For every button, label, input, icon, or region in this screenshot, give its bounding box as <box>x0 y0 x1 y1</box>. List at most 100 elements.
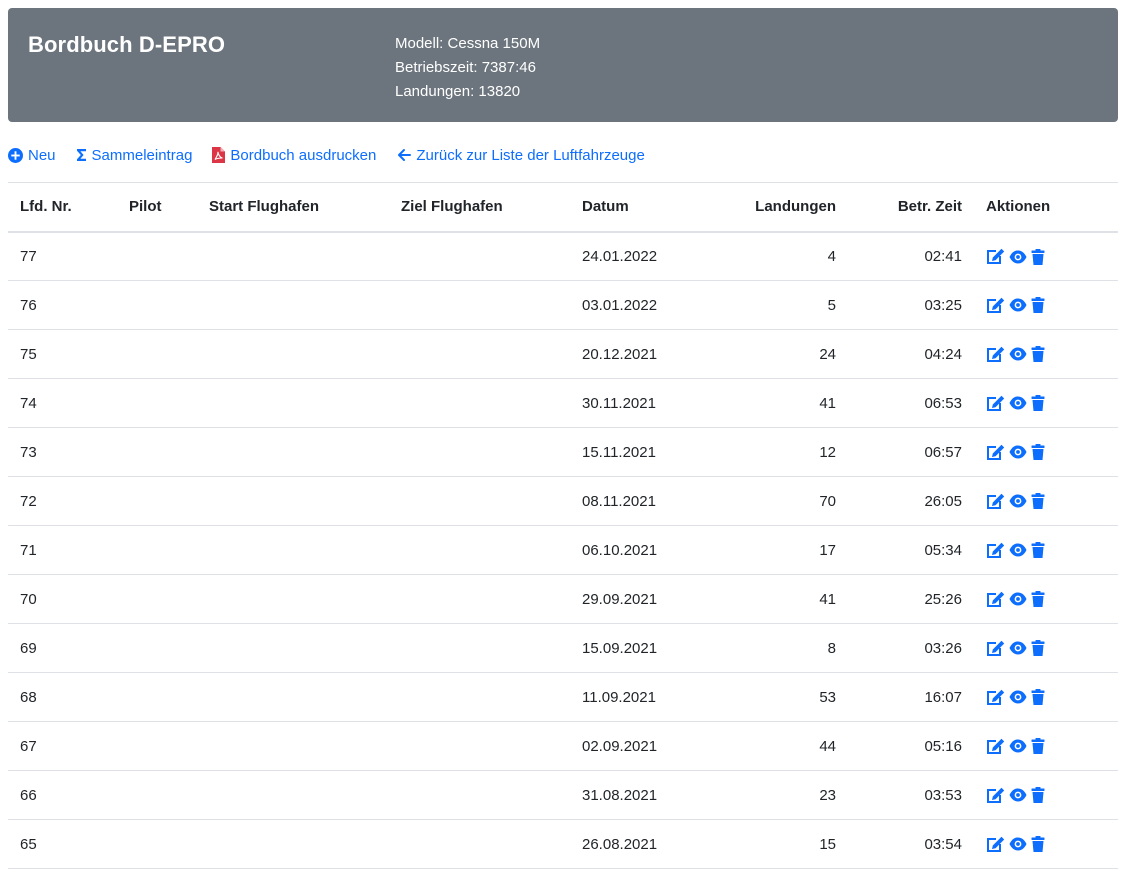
edit-icon[interactable] <box>986 248 1005 265</box>
arrow-left-icon <box>398 149 412 161</box>
edit-icon[interactable] <box>986 640 1005 657</box>
eye-icon[interactable] <box>1009 690 1027 704</box>
table-row: 71 06.10.2021 17 05:34 <box>8 525 1118 575</box>
edit-icon[interactable] <box>986 297 1005 314</box>
cell-pilot <box>117 476 197 526</box>
table-row: 69 15.09.2021 8 03:26 <box>8 623 1118 673</box>
cell-landings: 24 <box>723 329 848 379</box>
trash-icon[interactable] <box>1031 346 1045 363</box>
edit-icon[interactable] <box>986 689 1005 706</box>
edit-icon[interactable] <box>986 346 1005 363</box>
cell-actions <box>974 672 1118 722</box>
cell-nr: 69 <box>8 623 117 673</box>
cell-operating-time: 02:41 <box>848 231 974 281</box>
print-logbook-label: Bordbuch ausdrucken <box>230 146 377 164</box>
toolbar: Neu Sammeleintrag Bordbuch ausdrucken Zu… <box>8 144 645 166</box>
cell-start-airport <box>197 770 389 820</box>
cell-actions <box>974 525 1118 575</box>
cell-actions <box>974 378 1118 428</box>
trash-icon[interactable] <box>1031 640 1045 657</box>
edit-icon[interactable] <box>986 542 1005 559</box>
edit-icon[interactable] <box>986 836 1005 853</box>
eye-icon[interactable] <box>1009 250 1027 264</box>
trash-icon[interactable] <box>1031 689 1045 706</box>
cell-landings: 4 <box>723 231 848 281</box>
trash-icon[interactable] <box>1031 542 1045 559</box>
eye-icon[interactable] <box>1009 739 1027 753</box>
trash-icon[interactable] <box>1031 493 1045 510</box>
eye-icon[interactable] <box>1009 543 1027 557</box>
back-to-aircraft-list-link[interactable]: Zurück zur Liste der Luftfahrzeuge <box>397 146 645 164</box>
column-header-pilot[interactable]: Pilot <box>117 182 197 233</box>
column-header-landings[interactable]: Landungen <box>723 182 848 233</box>
trash-icon[interactable] <box>1031 248 1045 265</box>
cell-landings: 41 <box>723 378 848 428</box>
trash-icon[interactable] <box>1031 787 1045 804</box>
eye-icon[interactable] <box>1009 788 1027 802</box>
cell-nr: 70 <box>8 574 117 624</box>
cell-nr: 73 <box>8 427 117 477</box>
edit-icon[interactable] <box>986 444 1005 461</box>
trash-icon[interactable] <box>1031 738 1045 755</box>
cell-start-airport <box>197 378 389 428</box>
back-label: Zurück zur Liste der Luftfahrzeuge <box>416 146 645 164</box>
cell-destination-airport <box>389 770 570 820</box>
eye-icon[interactable] <box>1009 396 1027 410</box>
column-header-date[interactable]: Datum <box>570 182 723 233</box>
collective-entry-link[interactable]: Sammeleintrag <box>76 147 192 164</box>
edit-icon[interactable] <box>986 738 1005 755</box>
cell-destination-airport <box>389 476 570 526</box>
eye-icon[interactable] <box>1009 592 1027 606</box>
cell-operating-time: 25:26 <box>848 574 974 624</box>
aircraft-info: Modell: Cessna 150M Betriebszeit: 7387:4… <box>395 32 540 104</box>
operating-time-text: Betriebszeit: 7387:46 <box>395 59 536 76</box>
print-logbook-link[interactable]: Bordbuch ausdrucken <box>212 147 376 164</box>
cell-date: 02.09.2021 <box>570 721 723 771</box>
cell-landings: 15 <box>723 819 848 869</box>
trash-icon[interactable] <box>1031 591 1045 608</box>
cell-landings: 5 <box>723 280 848 330</box>
cell-pilot <box>117 574 197 624</box>
trash-icon[interactable] <box>1031 395 1045 412</box>
cell-landings: 23 <box>723 770 848 820</box>
edit-icon[interactable] <box>986 493 1005 510</box>
cell-destination-airport <box>389 525 570 575</box>
table-row: 67 02.09.2021 44 05:16 <box>8 721 1118 771</box>
edit-icon[interactable] <box>986 395 1005 412</box>
column-header-start-airport[interactable]: Start Flughafen <box>197 182 389 233</box>
new-entry-link[interactable]: Neu <box>8 147 56 164</box>
cell-operating-time: 16:07 <box>848 672 974 722</box>
cell-landings: 44 <box>723 721 848 771</box>
plus-circle-icon <box>8 147 23 163</box>
eye-icon[interactable] <box>1009 347 1027 361</box>
column-header-actions: Aktionen <box>974 182 1118 233</box>
trash-icon[interactable] <box>1031 836 1045 853</box>
cell-nr: 67 <box>8 721 117 771</box>
cell-destination-airport <box>389 231 570 281</box>
cell-operating-time: 03:25 <box>848 280 974 330</box>
eye-icon[interactable] <box>1009 445 1027 459</box>
cell-start-airport <box>197 672 389 722</box>
trash-icon[interactable] <box>1031 297 1045 314</box>
cell-date: 06.10.2021 <box>570 525 723 575</box>
column-header-nr[interactable]: Lfd. Nr. <box>8 182 117 233</box>
eye-icon[interactable] <box>1009 837 1027 851</box>
cell-nr: 74 <box>8 378 117 428</box>
cell-operating-time: 03:26 <box>848 623 974 673</box>
cell-actions <box>974 427 1118 477</box>
cell-pilot <box>117 427 197 477</box>
cell-nr: 75 <box>8 329 117 379</box>
edit-icon[interactable] <box>986 787 1005 804</box>
eye-icon[interactable] <box>1009 494 1027 508</box>
column-header-destination-airport[interactable]: Ziel Flughafen <box>389 182 570 233</box>
column-header-operating-time[interactable]: Betr. Zeit <box>848 182 974 233</box>
trash-icon[interactable] <box>1031 444 1045 461</box>
eye-icon[interactable] <box>1009 641 1027 655</box>
edit-icon[interactable] <box>986 591 1005 608</box>
cell-actions <box>974 329 1118 379</box>
cell-landings: 12 <box>723 427 848 477</box>
cell-start-airport <box>197 574 389 624</box>
eye-icon[interactable] <box>1009 298 1027 312</box>
table-header-row: Lfd. Nr. Pilot Start Flughafen Ziel Flug… <box>8 182 1118 233</box>
model-text: Modell: Cessna 150M <box>395 35 541 52</box>
